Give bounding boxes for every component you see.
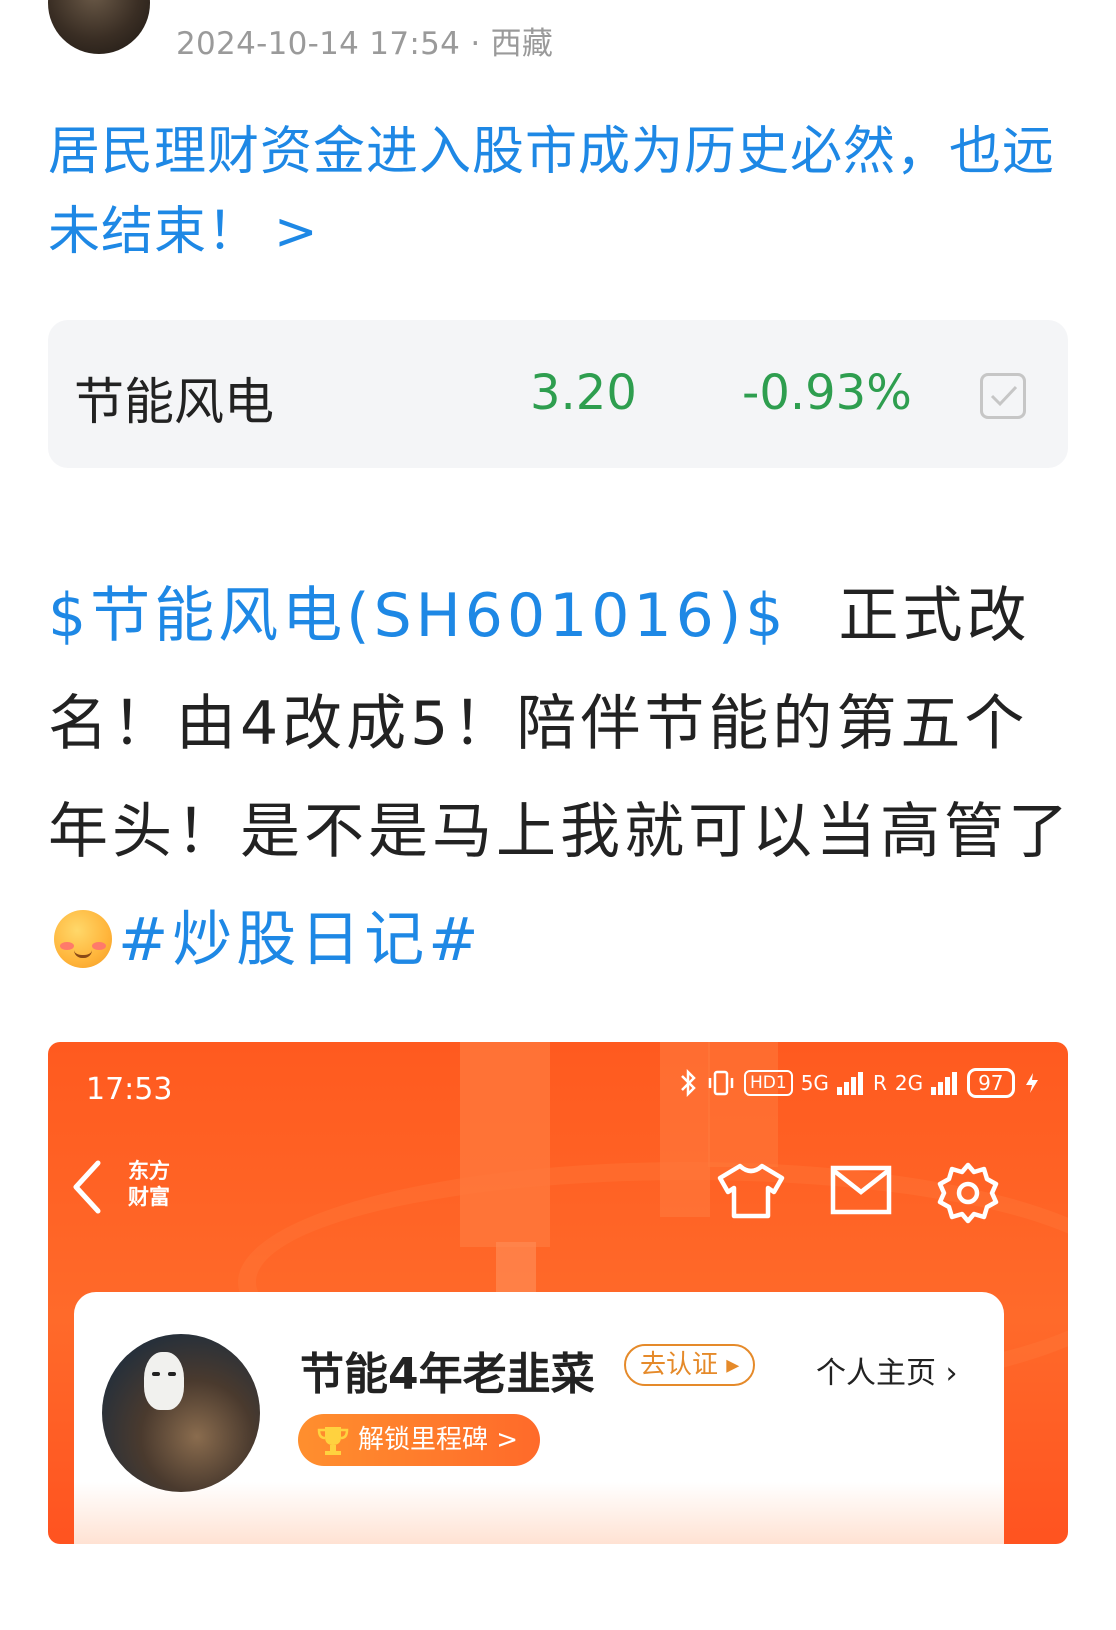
app-brand-logo: 东方 财富 bbox=[128, 1158, 170, 1210]
watchlist-check-icon[interactable] bbox=[980, 373, 1026, 419]
bluetooth-icon bbox=[681, 1068, 696, 1098]
network-5g-label: 5G bbox=[800, 1071, 829, 1095]
post-location: 西藏 bbox=[490, 26, 554, 62]
milestone-label: 解锁里程碑 > bbox=[358, 1425, 519, 1455]
headline-text: 居民理财资金进入股市成为历史必然，也远未结束！ bbox=[48, 122, 1056, 262]
stock-mention-link[interactable]: $节能风电(SH601016)$ bbox=[48, 581, 787, 651]
brand-line-1: 东方 bbox=[128, 1159, 170, 1183]
stock-change: -0.93% bbox=[742, 365, 912, 421]
post-body: $节能风电(SH601016)$ 正式改名！由4改成5！陪伴节能的第五个年头！是… bbox=[48, 562, 1078, 994]
post-headline-link[interactable]: 居民理财资金进入股市成为历史必然，也远未结束！ > bbox=[48, 112, 1078, 272]
battery-icon: 97 bbox=[967, 1068, 1015, 1098]
verify-button[interactable]: 去认证 ▸ bbox=[624, 1344, 756, 1386]
chevron-right-icon: > bbox=[274, 202, 319, 262]
meta-separator: · bbox=[470, 26, 481, 62]
brand-line-2: 财富 bbox=[128, 1185, 170, 1209]
stock-name: 节能风电 bbox=[74, 373, 274, 431]
status-time: 17:53 bbox=[86, 1072, 173, 1107]
milestone-badge-button[interactable]: 解锁里程碑 > bbox=[298, 1414, 541, 1466]
vibrate-icon bbox=[708, 1070, 734, 1096]
back-arrow-icon[interactable] bbox=[70, 1159, 104, 1215]
header-decoration bbox=[708, 1042, 778, 1167]
shy-blush-emoji-icon bbox=[54, 910, 112, 968]
profile-avatar[interactable] bbox=[102, 1334, 260, 1492]
profile-card-fade bbox=[74, 1482, 1004, 1544]
header-decoration bbox=[460, 1042, 550, 1247]
stock-quote-card[interactable]: 节能风电 3.20 -0.93% bbox=[48, 320, 1068, 468]
tshirt-icon[interactable] bbox=[716, 1162, 786, 1220]
hd-indicator: HD1 bbox=[744, 1070, 793, 1096]
trophy-icon bbox=[317, 1427, 349, 1455]
post-timestamp: 2024-10-14 17:54 bbox=[176, 26, 461, 62]
signal-bars-icon bbox=[836, 1071, 865, 1095]
status-bar-icons: HD1 5G R 2G 97 bbox=[678, 1068, 1041, 1098]
roaming-label: R bbox=[872, 1071, 887, 1095]
author-avatar[interactable] bbox=[48, 0, 150, 54]
network-2g-label: 2G bbox=[894, 1071, 924, 1095]
homepage-link[interactable]: 个人主页 › bbox=[816, 1348, 958, 1392]
mail-icon[interactable] bbox=[830, 1162, 892, 1218]
profile-username: 节能4年老韭菜 bbox=[300, 1349, 595, 1400]
signal-bars-icon bbox=[931, 1071, 959, 1095]
post-meta: 2024-10-14 17:54 · 西藏 bbox=[176, 18, 553, 63]
gear-icon[interactable] bbox=[936, 1162, 1000, 1224]
hashtag-link[interactable]: #炒股日记# bbox=[118, 905, 483, 975]
post-page: 2024-10-14 17:54 · 西藏 居民理财资金进入股市成为历史必然，也… bbox=[0, 0, 1116, 1630]
stock-price: 3.20 bbox=[530, 365, 637, 421]
attached-screenshot[interactable]: 17:53 HD1 5G R 2G 97 东方 财富 节能4年老韭菜 去认证 ▸… bbox=[48, 1042, 1068, 1544]
charging-icon bbox=[1025, 1073, 1038, 1093]
